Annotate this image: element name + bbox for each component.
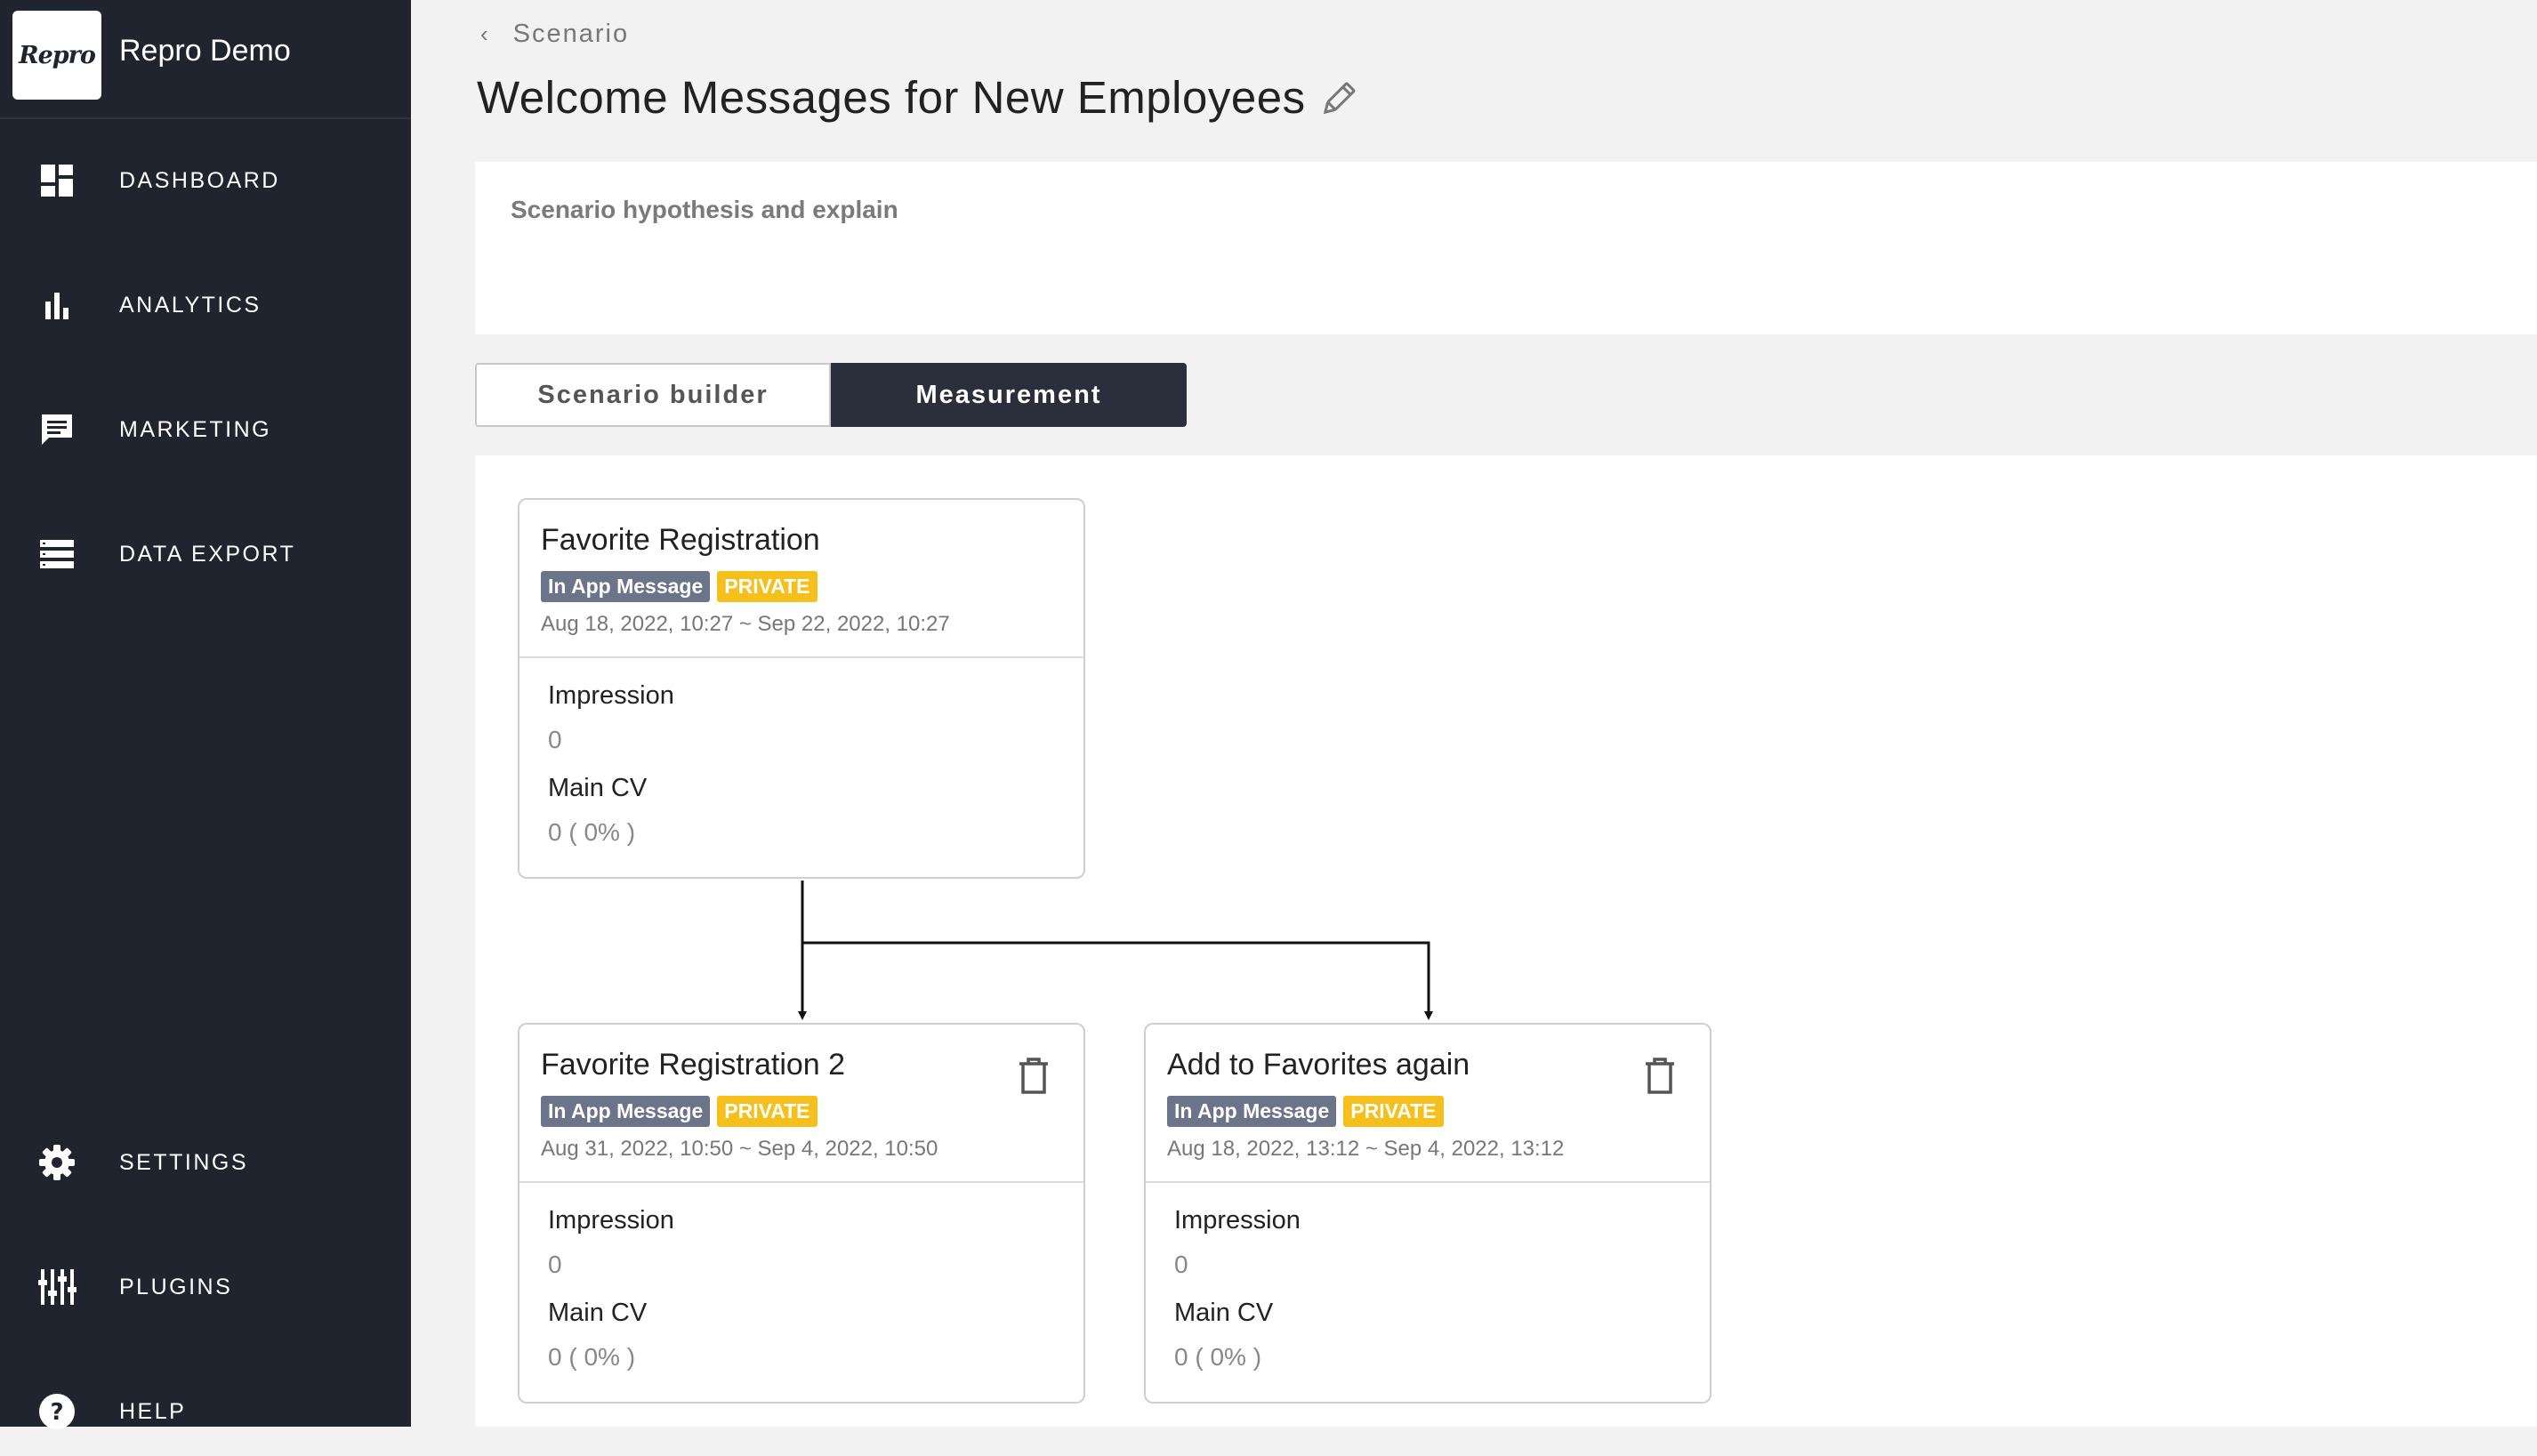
message-icon <box>37 410 77 449</box>
message-card[interactable]: Favorite Registration 2 In App Message P… <box>518 1023 1085 1404</box>
sidebar-divider <box>0 117 411 119</box>
nav-item-settings[interactable]: SETTINGS <box>0 1118 411 1207</box>
status-badge: PRIVATE <box>717 571 817 602</box>
main-cv-label: Main CV <box>548 1299 648 1327</box>
trash-icon[interactable] <box>1642 1057 1678 1096</box>
card-title: Favorite Registration 2 <box>541 1048 846 1082</box>
type-badge: In App Message <box>541 1096 711 1127</box>
impression-value: 0 <box>548 726 562 753</box>
card-badges: In App Message PRIVATE <box>1167 1096 1444 1127</box>
main-cv-value: 0 ( 0% ) <box>548 818 636 846</box>
nav-label-analytics: ANALYTICS <box>119 292 262 318</box>
main-cv-value: 0 ( 0% ) <box>548 1343 636 1371</box>
nav-item-plugins[interactable]: PLUGINS <box>0 1243 411 1331</box>
dashboard-icon <box>37 161 77 200</box>
card-date-range: Aug 31, 2022, 10:50 ~ Sep 4, 2022, 10:50 <box>541 1137 938 1161</box>
storage-icon <box>37 535 77 574</box>
plugins-icon <box>37 1267 77 1307</box>
type-badge: In App Message <box>1167 1096 1337 1127</box>
impression-label: Impression <box>548 1206 674 1235</box>
main-cv-label: Main CV <box>1174 1299 1274 1327</box>
trash-icon[interactable] <box>1016 1057 1051 1096</box>
card-divider <box>519 1181 1083 1183</box>
nav-item-dashboard[interactable]: DASHBOARD <box>0 136 411 225</box>
impression-label: Impression <box>1174 1206 1301 1235</box>
card-divider <box>519 656 1083 658</box>
nav-item-analytics[interactable]: ANALYTICS <box>0 261 411 350</box>
card-badges: In App Message PRIVATE <box>541 571 817 602</box>
page-title: Welcome Messages for New Employees <box>477 72 1306 123</box>
svg-text:?: ? <box>50 1399 63 1426</box>
logo-text: Repro <box>19 41 96 69</box>
scenario-canvas: Favorite Registration In App Message PRI… <box>475 455 2537 1427</box>
bar-chart-icon <box>37 286 77 325</box>
hypothesis-label: Scenario hypothesis and explain <box>511 196 898 223</box>
nav-item-marketing[interactable]: MARKETING <box>0 385 411 474</box>
card-date-range: Aug 18, 2022, 10:27 ~ Sep 22, 2022, 10:2… <box>541 612 950 636</box>
main-cv-value: 0 ( 0% ) <box>1174 1343 1262 1371</box>
chevron-left-icon: ‹ <box>480 20 490 47</box>
tab-scenario-builder[interactable]: Scenario builder <box>475 363 831 427</box>
card-badges: In App Message PRIVATE <box>541 1096 817 1127</box>
view-tabs: Scenario builder Measurement <box>475 363 1187 427</box>
help-icon: ? <box>37 1392 77 1431</box>
breadcrumb[interactable]: ‹ Scenario <box>480 20 629 49</box>
nav-label-marketing: MARKETING <box>119 416 272 442</box>
app-name[interactable]: Repro Demo <box>119 34 291 68</box>
app-logo[interactable]: Repro <box>12 11 101 100</box>
impression-value: 0 <box>548 1251 562 1278</box>
nav-item-data-export[interactable]: DATA EXPORT <box>0 510 411 599</box>
impression-value: 0 <box>1174 1251 1188 1278</box>
nav-label-help: HELP <box>119 1398 187 1424</box>
card-title: Favorite Registration <box>541 523 820 557</box>
message-card[interactable]: Favorite Registration In App Message PRI… <box>518 498 1085 879</box>
gear-icon <box>37 1143 77 1182</box>
nav-label-dashboard: DASHBOARD <box>119 167 280 193</box>
sidebar: Repro Repro Demo DASHBOARD ANALYTICS MAR… <box>0 0 411 1429</box>
hypothesis-panel[interactable]: Scenario hypothesis and explain <box>475 162 2537 334</box>
nav-item-help[interactable]: ? HELP <box>0 1367 411 1456</box>
connector-line-2 <box>802 941 1433 1020</box>
breadcrumb-label: Scenario <box>512 20 630 48</box>
tab-measurement[interactable]: Measurement <box>831 363 1187 427</box>
message-card[interactable]: Add to Favorites again In App Message PR… <box>1144 1023 1711 1404</box>
card-date-range: Aug 18, 2022, 13:12 ~ Sep 4, 2022, 13:12 <box>1167 1137 1565 1161</box>
type-badge: In App Message <box>541 571 711 602</box>
card-title: Add to Favorites again <box>1167 1048 1470 1082</box>
main-cv-label: Main CV <box>548 774 648 802</box>
nav-label-settings: SETTINGS <box>119 1149 249 1175</box>
nav-label-data-export: DATA EXPORT <box>119 541 296 567</box>
pencil-icon[interactable] <box>1318 80 1357 119</box>
status-badge: PRIVATE <box>1343 1096 1444 1127</box>
card-divider <box>1146 1181 1710 1183</box>
nav-label-plugins: PLUGINS <box>119 1274 233 1299</box>
status-badge: PRIVATE <box>717 1096 817 1127</box>
impression-label: Impression <box>548 681 674 710</box>
